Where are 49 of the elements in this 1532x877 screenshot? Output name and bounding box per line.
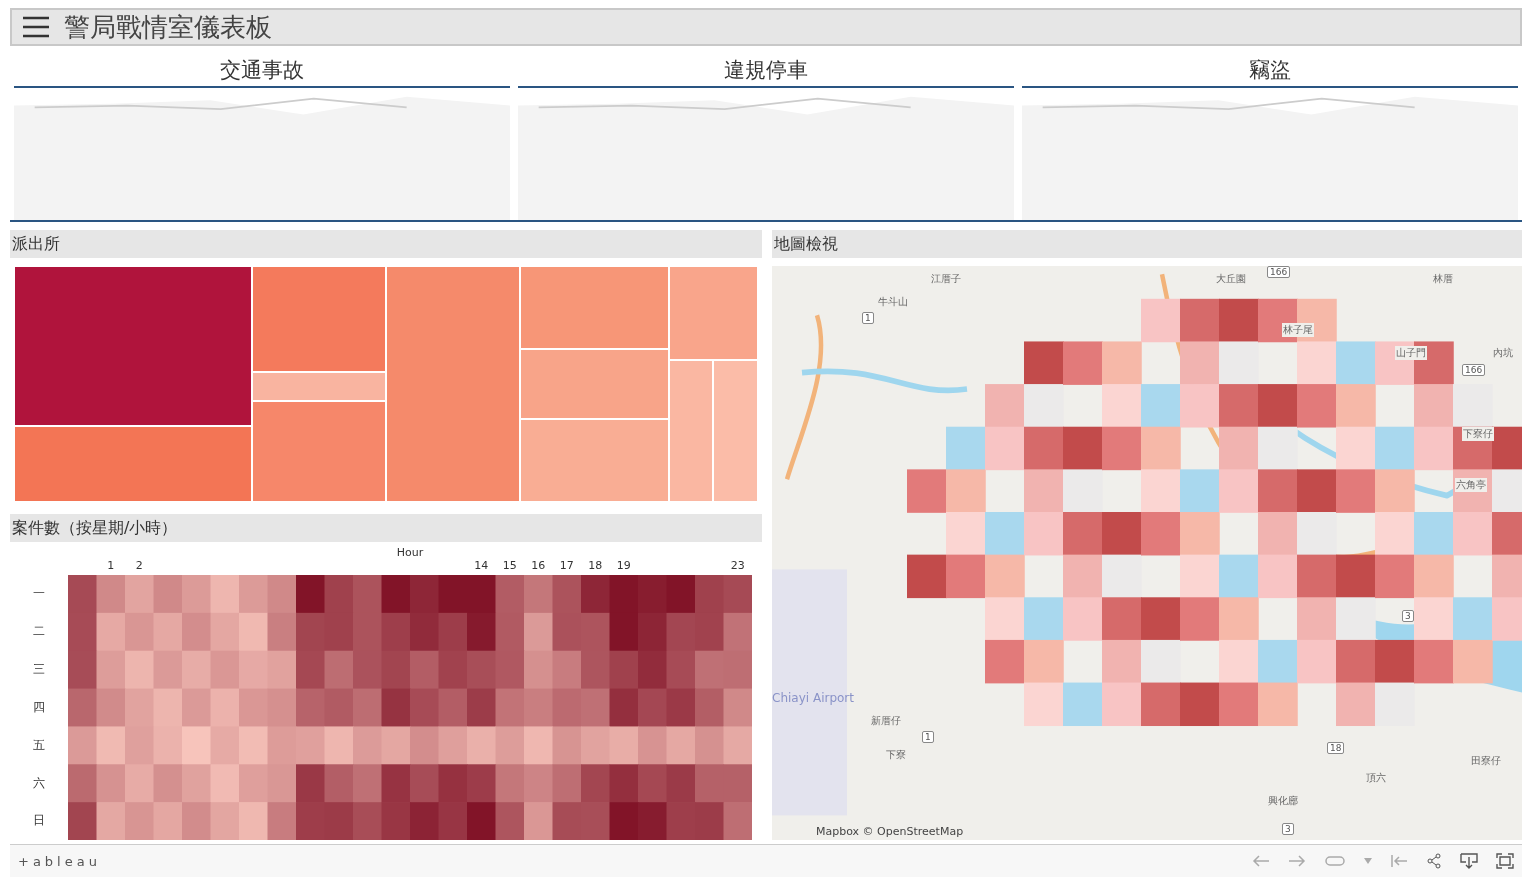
tableau-logo[interactable]: +ableau bbox=[18, 853, 101, 869]
kpi-title: 交通事故 bbox=[14, 52, 510, 88]
road-shield: 3 bbox=[1402, 610, 1414, 623]
place-label: 頂六 bbox=[1364, 771, 1387, 786]
hour-label: 14 bbox=[473, 559, 490, 574]
redo-icon[interactable] bbox=[1288, 854, 1306, 868]
download-icon[interactable] bbox=[1460, 853, 1478, 869]
road-shield: 1 bbox=[862, 311, 874, 324]
road-shield: 1 bbox=[922, 730, 934, 743]
reset-icon[interactable] bbox=[1390, 854, 1408, 868]
hour-label: 2 bbox=[134, 559, 144, 574]
day-label: 五 bbox=[33, 736, 45, 754]
dropdown-caret-icon[interactable] bbox=[1364, 858, 1372, 864]
section-header: 派出所 bbox=[10, 230, 762, 258]
road-shield: 3 bbox=[1282, 822, 1294, 835]
dashboard-title: 警局戰情室儀表板 bbox=[64, 10, 272, 44]
day-label: 二 bbox=[33, 623, 45, 641]
hour-label: 15 bbox=[501, 559, 518, 574]
day-label: 六 bbox=[33, 774, 45, 792]
section-header: 地圖檢視 bbox=[772, 230, 1522, 258]
menu-icon[interactable] bbox=[22, 16, 50, 38]
road-shield: 166 bbox=[1267, 266, 1291, 278]
airport-label: Chiayi Airport bbox=[772, 690, 854, 705]
revert-icon[interactable] bbox=[1324, 854, 1346, 868]
hour-label: 18 bbox=[587, 559, 604, 574]
place-label: 林子尾 bbox=[1282, 323, 1314, 338]
place-label: 下寮 bbox=[884, 748, 907, 763]
kpi-title: 違規停車 bbox=[518, 52, 1014, 88]
kpi-title: 竊盜 bbox=[1022, 52, 1518, 88]
fullscreen-icon[interactable] bbox=[1496, 853, 1514, 869]
day-label: 日 bbox=[33, 812, 45, 830]
hour-label: 19 bbox=[615, 559, 632, 574]
section-header: 案件數（按星期/小時） bbox=[10, 514, 762, 542]
axis-title: Hour bbox=[395, 546, 425, 559]
day-label: 三 bbox=[33, 661, 45, 679]
hour-label: 16 bbox=[530, 559, 547, 574]
day-label: 四 bbox=[33, 698, 45, 716]
hour-label: 1 bbox=[106, 559, 116, 574]
day-label: 一 bbox=[33, 585, 45, 603]
map-attribution: Mapbox © OpenStreetMap bbox=[816, 825, 964, 838]
share-icon[interactable] bbox=[1426, 853, 1442, 869]
hour-label: 17 bbox=[558, 559, 575, 574]
place-label: 山子門 bbox=[1394, 346, 1427, 361]
place-label: 內坑 bbox=[1492, 346, 1514, 361]
place-label: 六角亭 bbox=[1454, 478, 1487, 493]
hour-label: 23 bbox=[729, 559, 746, 574]
place-label: 興化廍 bbox=[1267, 794, 1299, 809]
road-shield: 18 bbox=[1327, 742, 1345, 755]
undo-icon[interactable] bbox=[1252, 854, 1270, 868]
